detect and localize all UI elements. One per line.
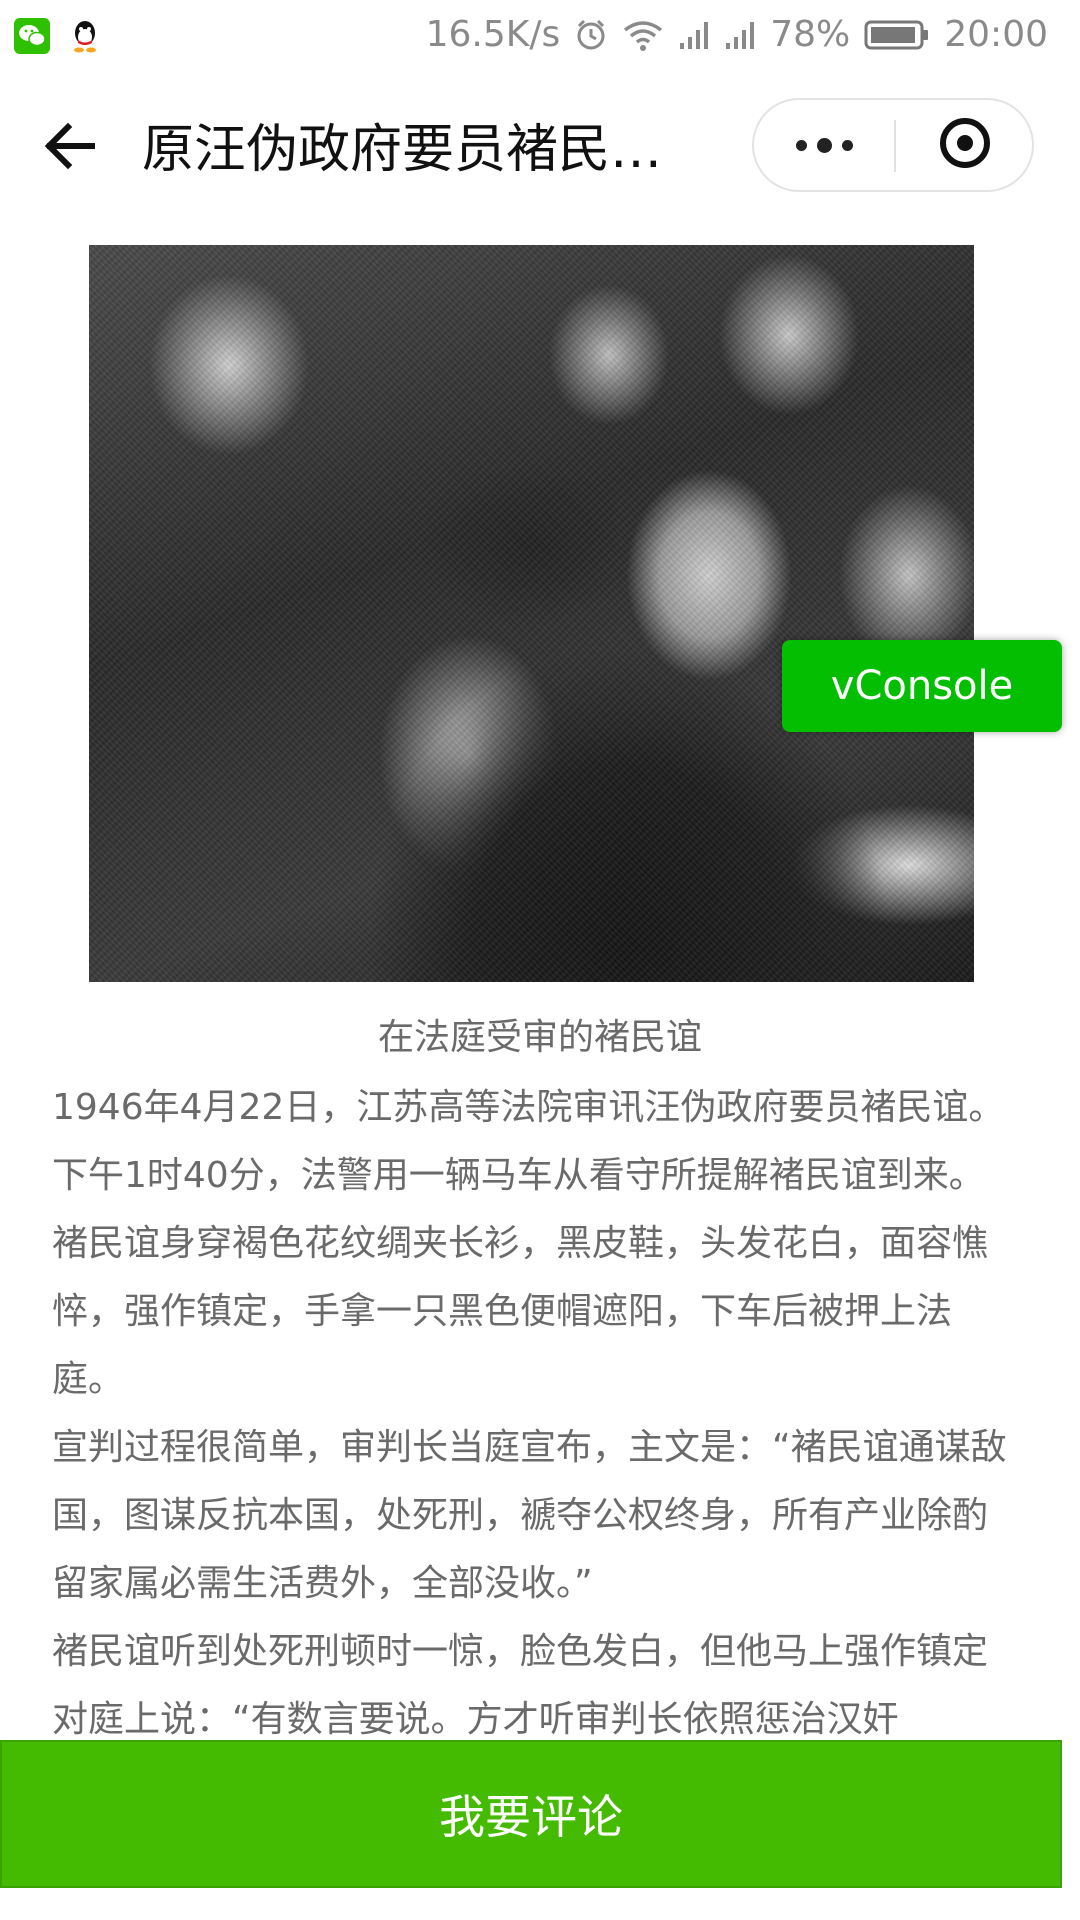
more-dots-icon — [795, 139, 807, 151]
mini-program-capsule — [752, 98, 1034, 192]
clock-time: 20:00 — [944, 14, 1048, 55]
article-body: 1946年4月22日，江苏高等法院审讯汪伪政府要员褚民谊。下午1时40分，法警用… — [52, 1074, 1012, 1754]
comment-button[interactable]: 我要评论 — [0, 1740, 1062, 1888]
wechat-icon — [14, 18, 50, 54]
back-button[interactable] — [40, 120, 100, 176]
battery-percent: 78% — [770, 14, 851, 55]
more-button[interactable] — [754, 100, 894, 190]
battery-icon — [864, 19, 930, 51]
bottom-spacer — [0, 1888, 1080, 1920]
signal-icon-2 — [724, 19, 756, 51]
status-bar: 16.5K/s 78% 20:00 — [0, 0, 1080, 76]
back-arrow-icon — [44, 122, 96, 174]
close-button[interactable] — [896, 100, 1034, 190]
wifi-icon — [622, 18, 664, 52]
alarm-icon — [574, 18, 608, 52]
qq-icon — [70, 18, 100, 54]
page-title: 原汪伪政府要员褚民… — [142, 120, 663, 180]
article-paragraph: 宣判过程很简单，审判长当庭宣布，主文是：“褚民谊通谋敌国，图谋反抗本国，处死刑，… — [52, 1427, 1007, 1604]
photo-grain — [89, 245, 974, 982]
article-photo — [89, 245, 974, 982]
network-speed: 16.5K/s — [425, 14, 561, 55]
navigation-bar: 原汪伪政府要员褚民… — [0, 76, 1080, 216]
article-paragraph: 褚民谊听到处死刑顿时一惊，脸色发白，但他马上强作镇定对庭上说：“有数言要说。方才… — [52, 1631, 989, 1740]
article-paragraph: 1946年4月22日，江苏高等法院审讯汪伪政府要员褚民谊。下午1时40分，法警用… — [52, 1087, 1005, 1400]
target-close-icon — [938, 116, 992, 174]
signal-icon — [678, 19, 710, 51]
vconsole-button[interactable]: vConsole — [782, 640, 1062, 732]
image-caption: 在法庭受审的褚民谊 — [377, 1017, 702, 1058]
